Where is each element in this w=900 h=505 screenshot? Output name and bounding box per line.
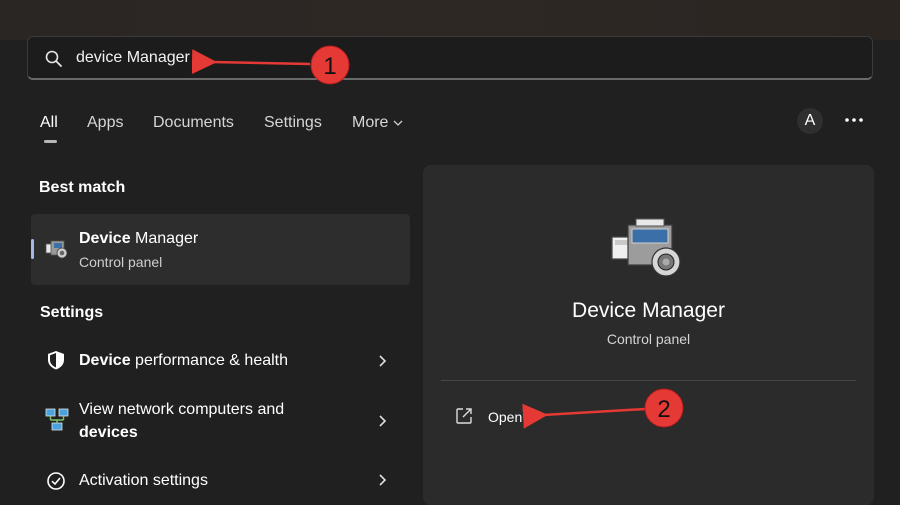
annotation-number: 2 [657, 396, 670, 423]
annotation-number: 1 [323, 53, 336, 80]
annotation-badge-2: 2 [644, 388, 684, 428]
annotation-badge-1: 1 [310, 45, 350, 85]
annotation-arrow-2 [522, 403, 646, 429]
annotation-arrow-1 [191, 49, 311, 75]
annotation-overlay: 1 2 [191, 45, 684, 429]
